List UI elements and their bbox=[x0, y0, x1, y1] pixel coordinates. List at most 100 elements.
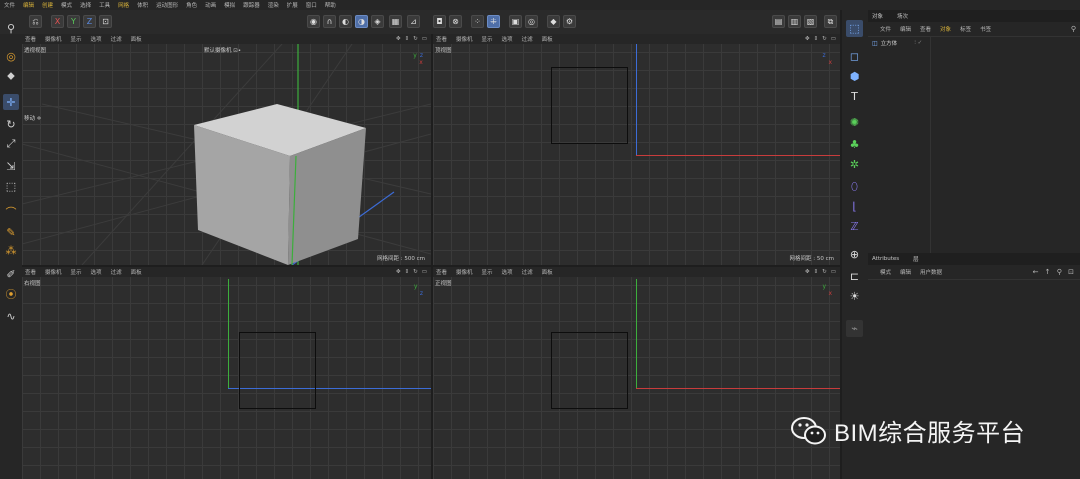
object-row[interactable]: ◫ 立方体 ⁝ ✓ bbox=[872, 39, 922, 48]
render-queue-icon[interactable]: ▥ bbox=[788, 15, 801, 28]
polygons-mode-icon[interactable]: ▣ bbox=[509, 15, 522, 28]
environment-icon[interactable]: ⊕ bbox=[846, 246, 863, 263]
sculpt-icon[interactable]: ⦿ bbox=[3, 286, 19, 302]
menu-item[interactable]: 渲染 bbox=[268, 1, 279, 9]
cloner-icon[interactable]: ♣ bbox=[846, 136, 863, 153]
model-mode-icon[interactable]: ◎ bbox=[525, 15, 538, 28]
rotate-view-icon[interactable]: ↻ bbox=[413, 36, 418, 42]
viewport-right[interactable]: 查看 摄像机 显示 选项 过滤 面板 ✥ ⇕ ↻ ▭ 右视图 yz bbox=[22, 267, 431, 479]
deformer-icon[interactable]: ⬯ bbox=[846, 178, 863, 195]
spline-icon[interactable]: ⌒ bbox=[3, 204, 19, 220]
twist-icon[interactable]: ℤ bbox=[846, 218, 863, 235]
menu-item[interactable]: 编辑 bbox=[23, 1, 34, 9]
menu-object[interactable]: 对象 bbox=[940, 25, 951, 33]
rotate-view-icon[interactable]: ↻ bbox=[822, 269, 827, 275]
menu-options[interactable]: 选项 bbox=[502, 268, 513, 276]
pan-icon[interactable]: ✥ bbox=[805, 36, 810, 42]
menu-view[interactable]: 查看 bbox=[436, 35, 447, 43]
axis-y-toggle[interactable]: Y bbox=[67, 15, 80, 28]
menu-filter[interactable]: 过滤 bbox=[111, 35, 122, 43]
brush-icon[interactable]: ✎ bbox=[3, 224, 19, 240]
bend-icon[interactable]: ⌊ bbox=[846, 198, 863, 215]
render-mode-icon[interactable]: ◉ bbox=[307, 15, 320, 28]
menu-item[interactable]: 扩展 bbox=[287, 1, 298, 9]
nodes-icon[interactable]: ⁂ bbox=[3, 242, 19, 258]
live-select-icon[interactable]: ◎ bbox=[3, 48, 19, 64]
shading-icon[interactable]: ◐ bbox=[339, 15, 352, 28]
menu-item[interactable]: 角色 bbox=[186, 1, 197, 9]
menu-item[interactable]: 帮助 bbox=[325, 1, 336, 9]
viewport-perspective[interactable]: 查看 摄像机 显示 选项 过滤 面板 ✥ ⇕ ↻ ▭ 透视视图 默认摄像机 ⊡• 移动… bbox=[22, 34, 431, 265]
camera-object-icon[interactable]: ⊏ bbox=[846, 268, 863, 285]
tab-attributes[interactable]: Attributes bbox=[872, 256, 899, 262]
pan-icon[interactable]: ✥ bbox=[805, 269, 810, 275]
menu-item[interactable]: 网格 bbox=[118, 1, 129, 9]
menu-item[interactable]: 选择 bbox=[80, 1, 91, 9]
paint-icon[interactable]: ✐ bbox=[3, 266, 19, 282]
null-object-icon[interactable]: ⬚ bbox=[846, 20, 863, 37]
dolly-icon[interactable]: ⇕ bbox=[405, 269, 410, 275]
menu-view[interactable]: 查看 bbox=[25, 35, 36, 43]
render-active-icon[interactable]: ▧ bbox=[804, 15, 817, 28]
menu-filter[interactable]: 过滤 bbox=[111, 268, 122, 276]
cube-icon[interactable]: ◻ bbox=[846, 48, 863, 65]
select-icon[interactable]: ⬥ bbox=[3, 68, 19, 84]
axis-x-toggle[interactable]: X bbox=[51, 15, 64, 28]
rotate-view-icon[interactable]: ↻ bbox=[413, 269, 418, 275]
navigation-icons[interactable]: ← ↑ ⚲ ⊡ bbox=[1033, 268, 1076, 276]
menu-user-data[interactable]: 用户数据 bbox=[920, 268, 942, 276]
snap-icon[interactable]: ⊿ bbox=[407, 15, 420, 28]
menu-options[interactable]: 选项 bbox=[91, 35, 102, 43]
grid-icon[interactable]: ▦ bbox=[389, 15, 402, 28]
pan-icon[interactable]: ✥ bbox=[396, 36, 401, 42]
menu-tags[interactable]: 标签 bbox=[960, 25, 971, 33]
search-icon[interactable]: ⚲ bbox=[1071, 25, 1076, 33]
lock-icon[interactable]: ◘ bbox=[433, 15, 446, 28]
menu-item[interactable]: 工具 bbox=[99, 1, 110, 9]
workplane-icon[interactable]: ◈ bbox=[371, 15, 384, 28]
scale-icon[interactable]: ⤢ bbox=[3, 136, 19, 152]
subdivision-icon[interactable]: ✺ bbox=[846, 114, 863, 131]
menu-camera[interactable]: 摄像机 bbox=[45, 268, 62, 276]
knife-icon[interactable]: ∿ bbox=[3, 308, 19, 324]
spline-object-icon[interactable]: ⬢ bbox=[846, 68, 863, 85]
menu-filter[interactable]: 过滤 bbox=[522, 35, 533, 43]
undo-icon[interactable]: ⎌ bbox=[29, 15, 42, 28]
maximize-icon[interactable]: ▭ bbox=[831, 269, 836, 275]
menu-options[interactable]: 选项 bbox=[502, 35, 513, 43]
menu-display[interactable]: 显示 bbox=[71, 35, 82, 43]
menu-display[interactable]: 显示 bbox=[482, 268, 493, 276]
tab-objects[interactable]: 对象 bbox=[872, 12, 883, 20]
maximize-icon[interactable]: ▭ bbox=[831, 36, 836, 42]
render-settings-icon[interactable]: ⚙ bbox=[563, 15, 576, 28]
dolly-icon[interactable]: ⇕ bbox=[405, 36, 410, 42]
link-icon[interactable]: ⊗ bbox=[449, 15, 462, 28]
menu-file[interactable]: 文件 bbox=[880, 25, 891, 33]
menu-view[interactable]: 查看 bbox=[25, 268, 36, 276]
cube-outline[interactable] bbox=[239, 332, 316, 409]
menu-edit[interactable]: 编辑 bbox=[900, 25, 911, 33]
cube-outline[interactable] bbox=[551, 67, 628, 144]
menu-panel[interactable]: 面板 bbox=[542, 35, 553, 43]
menu-item[interactable]: 创建 bbox=[42, 1, 53, 9]
menu-item[interactable]: 窗口 bbox=[306, 1, 317, 9]
maximize-icon[interactable]: ▭ bbox=[422, 36, 427, 42]
menu-bookmarks[interactable]: 书签 bbox=[980, 25, 991, 33]
menu-item[interactable]: 跟踪器 bbox=[243, 1, 260, 9]
menu-item[interactable]: 模拟 bbox=[224, 1, 235, 9]
tab-layers[interactable]: 层 bbox=[913, 255, 919, 263]
render-picture-icon[interactable]: ▤ bbox=[772, 15, 785, 28]
menu-camera[interactable]: 摄像机 bbox=[456, 268, 473, 276]
edges-mode-icon[interactable]: ⁜ bbox=[487, 15, 500, 28]
solo-icon[interactable]: ◑ bbox=[355, 15, 368, 28]
menu-view[interactable]: 查看 bbox=[920, 25, 931, 33]
menu-camera[interactable]: 摄像机 bbox=[456, 35, 473, 43]
rotate-icon[interactable]: ↻ bbox=[3, 116, 19, 132]
extrude-icon[interactable]: ⬚ bbox=[3, 178, 19, 194]
search-icon[interactable]: ⚲ bbox=[3, 20, 19, 36]
transform-icon[interactable]: ⇲ bbox=[3, 158, 19, 174]
visibility-icon[interactable]: ⁝ ✓ bbox=[914, 40, 922, 46]
tab-takes[interactable]: 场次 bbox=[897, 12, 908, 20]
maximize-icon[interactable]: ▭ bbox=[422, 269, 427, 275]
rotate-view-icon[interactable]: ↻ bbox=[822, 36, 827, 42]
